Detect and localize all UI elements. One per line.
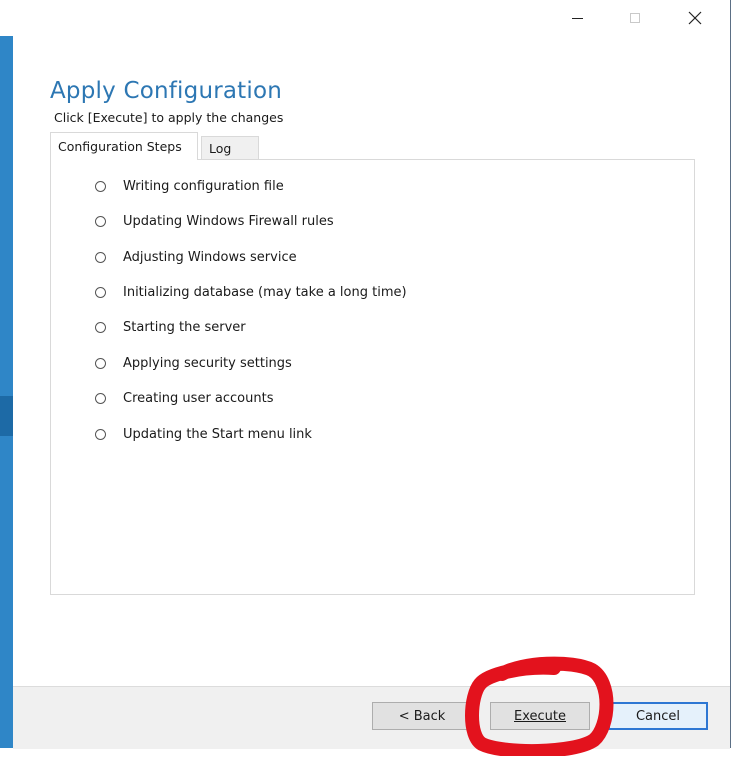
step-label: Creating user accounts (123, 390, 274, 406)
step-label: Updating the Start menu link (123, 426, 312, 442)
configuration-steps-panel: Writing configuration file Updating Wind… (50, 159, 695, 595)
back-button-label: < Back (398, 708, 446, 724)
maximize-button (612, 0, 658, 36)
maximize-icon (630, 13, 640, 23)
back-button[interactable]: < Back (372, 702, 472, 730)
installer-window: Apply Configuration Click [Execute] to a… (0, 0, 731, 749)
step-item: Starting the server (95, 317, 246, 337)
execute-button[interactable]: Execute (490, 702, 590, 730)
cancel-button-label: Cancel (635, 708, 681, 724)
step-status-icon (95, 215, 106, 227)
step-label: Updating Windows Firewall rules (123, 213, 334, 229)
step-status-icon (95, 392, 106, 404)
step-item: Creating user accounts (95, 388, 273, 408)
sidebar-selected-marker (0, 396, 13, 436)
step-label: Initializing database (may take a long t… (123, 284, 407, 300)
step-item: Writing configuration file (95, 176, 284, 196)
minimize-icon (571, 17, 583, 19)
step-status-icon (95, 357, 106, 369)
step-label: Writing configuration file (123, 178, 284, 194)
tab-configuration-steps[interactable]: Configuration Steps (50, 132, 198, 160)
minimize-button[interactable] (554, 0, 600, 36)
close-icon (688, 11, 702, 25)
step-item: Updating Windows Firewall rules (95, 211, 334, 231)
step-item: Updating the Start menu link (95, 424, 312, 444)
page-title: Apply Configuration (50, 78, 283, 104)
step-status-icon (95, 251, 106, 263)
step-label: Applying security settings (123, 355, 292, 371)
close-button[interactable] (672, 0, 718, 36)
cancel-button[interactable]: Cancel (608, 702, 708, 730)
step-label: Adjusting Windows service (123, 249, 297, 265)
tab-log[interactable]: Log (201, 136, 259, 160)
step-label: Starting the server (123, 319, 246, 335)
step-status-icon (95, 286, 106, 298)
step-status-icon (95, 428, 106, 440)
step-item: Applying security settings (95, 353, 292, 373)
page-subtitle: Click [Execute] to apply the changes (54, 110, 284, 125)
execute-button-label: Execute (514, 708, 566, 724)
sidebar-strip (0, 36, 13, 748)
step-item: Adjusting Windows service (95, 247, 297, 267)
step-status-icon (95, 321, 106, 333)
step-status-icon (95, 180, 106, 192)
step-item: Initializing database (may take a long t… (95, 282, 407, 302)
title-bar (0, 0, 730, 36)
